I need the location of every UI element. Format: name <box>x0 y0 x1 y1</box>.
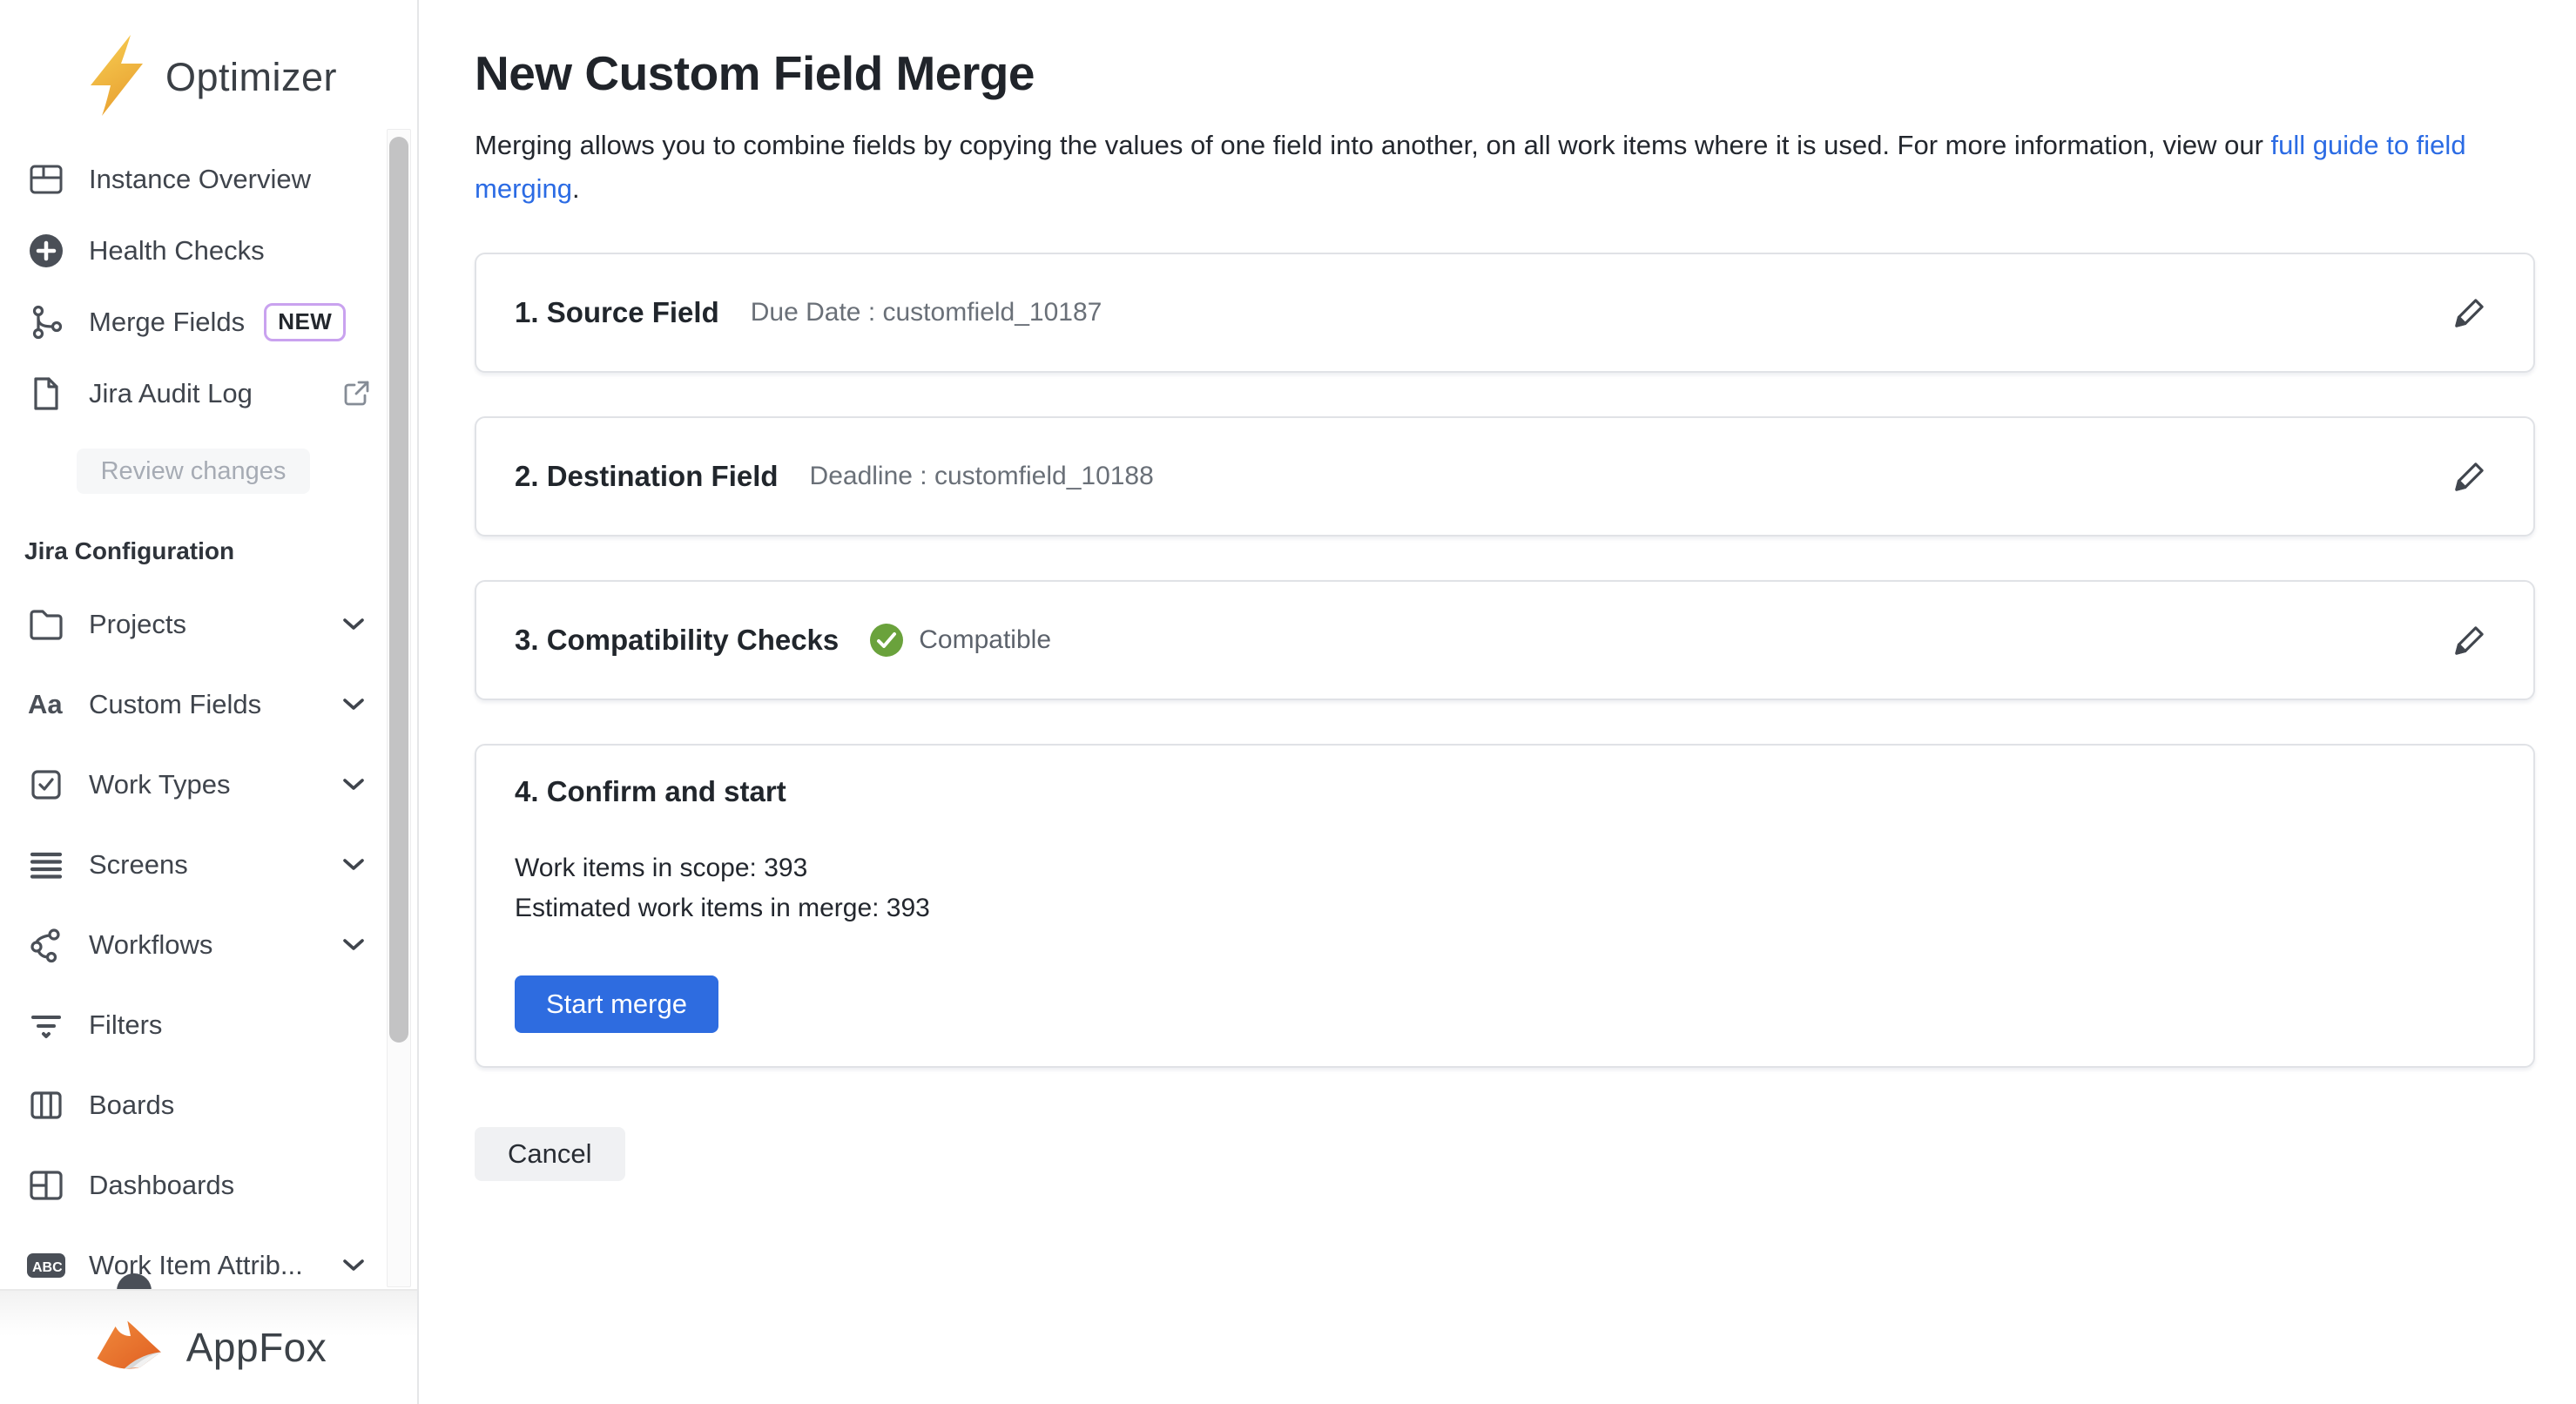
sidebar-item-merge-fields[interactable]: Merge Fields NEW <box>0 287 417 358</box>
chevron-down-icon <box>342 777 365 793</box>
external-link-icon <box>341 378 372 409</box>
sidebar-item-health-checks[interactable]: Health Checks <box>0 215 417 287</box>
svg-text:Aa: Aa <box>28 689 63 719</box>
description-period: . <box>572 173 580 204</box>
sidebar-item-label: Instance Overview <box>89 164 311 195</box>
status-text: Compatible <box>919 625 1051 655</box>
sidebar-footer: AppFox <box>0 1289 417 1404</box>
estimated-work-items: Estimated work items in merge: 393 <box>515 888 2495 928</box>
sidebar-item-work-types[interactable]: Work Types <box>0 745 417 825</box>
description-text: Merging allows you to combine fields by … <box>475 130 2271 160</box>
folder-icon <box>26 605 66 644</box>
sidebar-item-custom-fields[interactable]: Aa Custom Fields <box>0 665 417 745</box>
sidebar-item-screens[interactable]: Screens <box>0 825 417 905</box>
sidebar-section-jira-configuration: Jira Configuration <box>24 537 417 565</box>
sidebar-item-instance-overview[interactable]: Instance Overview <box>0 144 417 215</box>
sidebar-item-jira-audit-log[interactable]: Jira Audit Log <box>0 358 417 429</box>
step-source-field-card: 1. Source Field Due Date : customfield_1… <box>475 253 2535 373</box>
pencil-icon <box>2450 620 2490 660</box>
app-logo: Optimizer <box>0 0 417 121</box>
board-columns-icon <box>26 1086 66 1124</box>
sidebar-item-label: Work Item Attrib... <box>89 1250 303 1281</box>
text-fields-icon: Aa <box>26 685 66 724</box>
sidebar-item-label: Filters <box>89 1009 162 1041</box>
workflow-icon <box>26 926 66 964</box>
cancel-button[interactable]: Cancel <box>475 1127 625 1181</box>
check-circle-icon <box>868 622 905 658</box>
edit-source-field-button[interactable] <box>2445 287 2495 338</box>
dashboard-layout-icon <box>26 1166 66 1205</box>
compatibility-status: Compatible <box>868 622 1051 658</box>
appfox-brand-text: AppFox <box>186 1324 327 1371</box>
work-items-in-scope: Work items in scope: 393 <box>515 848 2495 888</box>
start-merge-button[interactable]: Start merge <box>515 975 718 1033</box>
source-field-value: Due Date : customfield_10187 <box>751 298 1103 327</box>
new-badge: NEW <box>264 303 346 341</box>
sidebar: Optimizer Instance Overview Health <box>0 0 419 1404</box>
pencil-icon <box>2450 456 2490 496</box>
review-changes-button[interactable]: Review changes <box>77 449 310 494</box>
merge-summary: Work items in scope: 393 Estimated work … <box>515 848 2495 928</box>
sidebar-scrollbar-thumb[interactable] <box>389 137 408 1043</box>
sidebar-item-projects[interactable]: Projects <box>0 584 417 665</box>
sidebar-item-label: Custom Fields <box>89 689 261 720</box>
page-description: Merging allows you to combine fields by … <box>475 124 2535 211</box>
health-checks-icon <box>26 232 66 270</box>
destination-field-value: Deadline : customfield_10188 <box>810 462 1154 491</box>
step-title: 4. Confirm and start <box>515 775 2495 808</box>
sidebar-nav-top: Instance Overview Health Checks <box>0 144 417 429</box>
sidebar-item-workflows[interactable]: Workflows <box>0 905 417 985</box>
appfox-fox-icon <box>91 1317 171 1379</box>
step-confirm-card: 4. Confirm and start Work items in scope… <box>475 744 2535 1068</box>
merge-steps: 1. Source Field Due Date : customfield_1… <box>475 253 2535 1068</box>
page-title: New Custom Field Merge <box>475 45 2535 101</box>
sidebar-item-label: Merge Fields <box>89 307 245 338</box>
step-compatibility-card: 3. Compatibility Checks Compatible <box>475 580 2535 700</box>
sidebar-scrollbar[interactable] <box>387 129 411 1287</box>
instance-overview-icon <box>26 160 66 199</box>
sidebar-item-label: Boards <box>89 1090 174 1121</box>
chevron-down-icon <box>342 1258 365 1273</box>
edit-compatibility-button[interactable] <box>2445 615 2495 665</box>
lines-icon <box>26 846 66 884</box>
checkbox-icon <box>26 766 66 804</box>
step-title: 2. Destination Field <box>515 460 779 493</box>
sidebar-item-label: Workflows <box>89 929 212 961</box>
svg-text:ABC: ABC <box>32 1260 63 1275</box>
audit-log-icon <box>26 375 66 413</box>
sidebar-item-label: Dashboards <box>89 1170 234 1201</box>
chevron-down-icon <box>342 697 365 712</box>
sidebar-item-filters[interactable]: Filters <box>0 985 417 1065</box>
sidebar-item-label: Projects <box>89 609 186 640</box>
lightning-bolt-icon <box>85 33 148 121</box>
sidebar-item-label: Screens <box>89 849 188 881</box>
merge-fields-icon <box>26 303 66 341</box>
step-destination-field-card: 2. Destination Field Deadline : customfi… <box>475 416 2535 537</box>
sidebar-nav-config: Projects Aa Custom Fields <box>0 584 417 1306</box>
app-title: Optimizer <box>165 55 337 100</box>
chevron-down-icon <box>342 857 365 873</box>
abc-badge-icon: ABC <box>26 1246 66 1285</box>
main-content: New Custom Field Merge Merging allows yo… <box>419 0 2576 1404</box>
step-title: 1. Source Field <box>515 296 719 329</box>
pencil-icon <box>2450 293 2490 333</box>
sidebar-item-label: Work Types <box>89 769 231 800</box>
sidebar-item-label: Jira Audit Log <box>89 378 253 409</box>
chevron-down-icon <box>342 937 365 953</box>
step-title: 3. Compatibility Checks <box>515 624 839 657</box>
sidebar-item-boards[interactable]: Boards <box>0 1065 417 1145</box>
edit-destination-field-button[interactable] <box>2445 451 2495 502</box>
sidebar-item-dashboards[interactable]: Dashboards <box>0 1145 417 1225</box>
filter-icon <box>26 1006 66 1044</box>
sidebar-item-label: Health Checks <box>89 235 265 267</box>
chevron-down-icon <box>342 617 365 632</box>
